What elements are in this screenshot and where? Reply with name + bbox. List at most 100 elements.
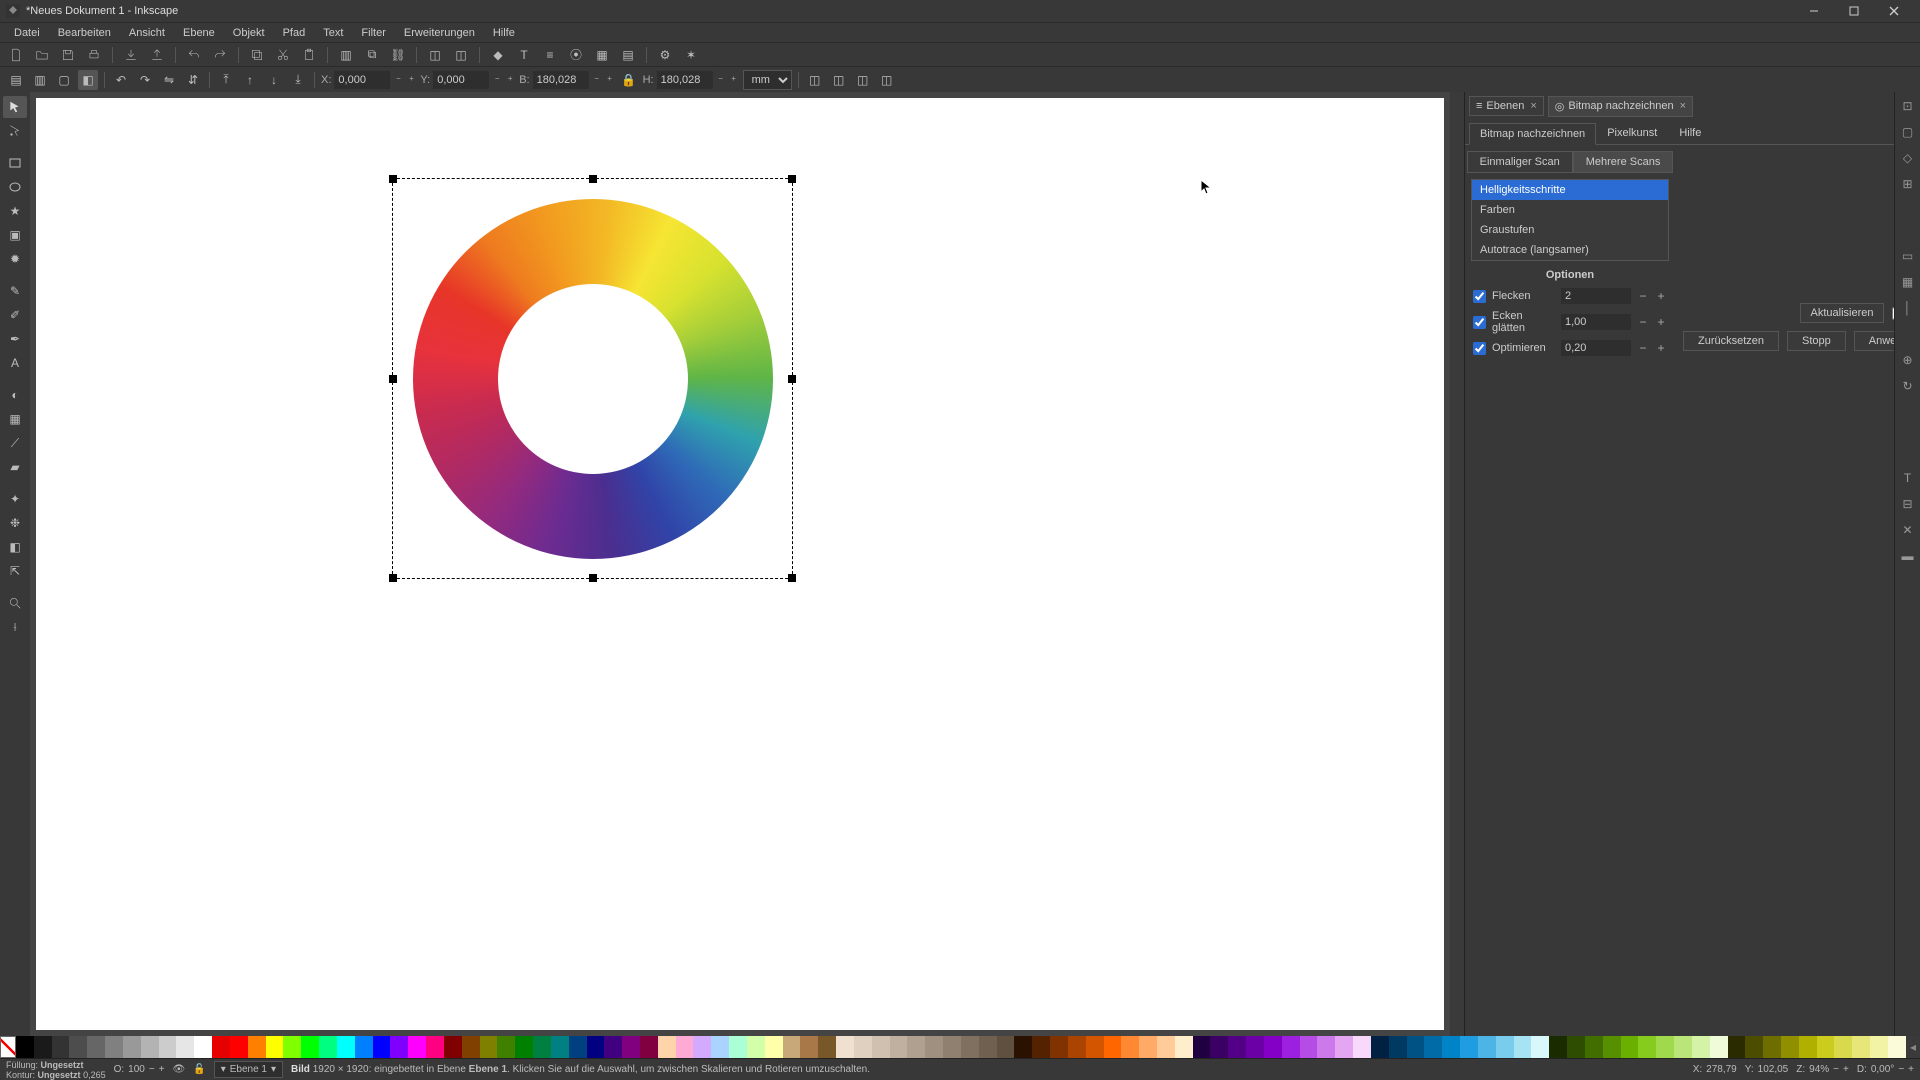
color-swatch[interactable] [444, 1036, 462, 1058]
reset-button[interactable]: Zurücksetzen [1683, 331, 1779, 351]
text-tool-icon[interactable]: A [3, 352, 27, 374]
snap-bbox-icon[interactable]: ▢ [1898, 122, 1918, 142]
minus-icon[interactable]: − [1637, 315, 1649, 329]
x-input[interactable] [334, 71, 390, 89]
subtab-trace[interactable]: Bitmap nachzeichnen [1469, 123, 1596, 145]
color-swatch[interactable] [480, 1036, 498, 1058]
color-swatch[interactable] [997, 1036, 1015, 1058]
color-swatch[interactable] [1781, 1036, 1799, 1058]
minus-icon[interactable]: − [1637, 341, 1649, 355]
unlink-clone-icon[interactable]: ⛓ [388, 45, 408, 65]
color-swatch[interactable] [872, 1036, 890, 1058]
snap-grid-icon[interactable]: ▦ [1898, 272, 1918, 292]
vertical-scrollbar[interactable] [1450, 92, 1464, 1036]
snap-midpoint-icon[interactable]: ⊟ [1898, 494, 1918, 514]
color-swatch[interactable] [1674, 1036, 1692, 1058]
color-swatch[interactable] [248, 1036, 266, 1058]
color-swatch[interactable] [1424, 1036, 1442, 1058]
color-swatch[interactable] [1817, 1036, 1835, 1058]
calligraphy-tool-icon[interactable]: ✒ [3, 328, 27, 350]
color-swatch[interactable] [1603, 1036, 1621, 1058]
color-swatch[interactable] [551, 1036, 569, 1058]
maximize-button[interactable] [1834, 0, 1874, 22]
color-swatch[interactable] [319, 1036, 337, 1058]
mode-colors[interactable]: Farben [1472, 200, 1668, 220]
color-swatch[interactable] [105, 1036, 123, 1058]
color-swatch[interactable] [1032, 1036, 1050, 1058]
bezier-tool-icon[interactable]: ✐ [3, 304, 27, 326]
color-swatch[interactable] [640, 1036, 658, 1058]
handle-bl[interactable] [389, 574, 397, 582]
mode-grays[interactable]: Graustufen [1472, 220, 1668, 240]
color-swatch[interactable] [604, 1036, 622, 1058]
color-swatch[interactable] [979, 1036, 997, 1058]
color-swatch[interactable] [1335, 1036, 1353, 1058]
color-swatch[interactable] [123, 1036, 141, 1058]
color-swatch[interactable] [194, 1036, 212, 1058]
no-color-swatch[interactable] [0, 1036, 16, 1058]
star-tool-icon[interactable]: ★ [3, 200, 27, 222]
color-swatch[interactable] [1567, 1036, 1585, 1058]
color-swatch[interactable] [711, 1036, 729, 1058]
measure-tool-icon[interactable]: ⟊ [3, 616, 27, 638]
color-swatch[interactable] [301, 1036, 319, 1058]
menu-file[interactable]: Datei [6, 25, 48, 41]
cut-icon[interactable] [273, 45, 293, 65]
layer-visibility-icon[interactable]: 👁 [173, 1064, 186, 1075]
color-swatch[interactable] [69, 1036, 87, 1058]
pencil-tool-icon[interactable]: ✎ [3, 280, 27, 302]
color-swatch[interactable] [729, 1036, 747, 1058]
color-swatch[interactable] [783, 1036, 801, 1058]
color-swatch[interactable] [1478, 1036, 1496, 1058]
menu-path[interactable]: Pfad [275, 25, 314, 41]
selected-image[interactable] [413, 199, 773, 559]
zoom-minus[interactable]: − [1833, 1064, 1839, 1075]
snap-guide-icon[interactable]: │ [1898, 298, 1918, 318]
h-plus[interactable]: + [729, 75, 739, 84]
menu-layer[interactable]: Ebene [175, 25, 223, 41]
color-swatch[interactable] [1050, 1036, 1068, 1058]
color-swatch[interactable] [52, 1036, 70, 1058]
color-swatch[interactable] [1442, 1036, 1460, 1058]
color-swatch[interactable] [1870, 1036, 1888, 1058]
move-patterns-icon[interactable]: ◫ [877, 70, 897, 90]
scantab-single[interactable]: Einmaliger Scan [1467, 151, 1573, 173]
color-swatch[interactable] [907, 1036, 925, 1058]
canvas[interactable] [36, 98, 1444, 1030]
minus-icon[interactable]: − [1637, 289, 1649, 303]
handle-br[interactable] [788, 574, 796, 582]
color-swatch[interactable] [1175, 1036, 1193, 1058]
color-swatch[interactable] [658, 1036, 676, 1058]
color-swatch[interactable] [693, 1036, 711, 1058]
text-dialog-icon[interactable]: T [514, 45, 534, 65]
move-gradients-icon[interactable]: ◫ [853, 70, 873, 90]
color-swatch[interactable] [176, 1036, 194, 1058]
dock-tab-trace[interactable]: ◎ Bitmap nachzeichnen × [1548, 96, 1693, 117]
copy-icon[interactable] [247, 45, 267, 65]
unit-select[interactable]: mm [743, 70, 792, 90]
snap-center-icon[interactable]: ⊕ [1898, 350, 1918, 370]
opt-optimize-input[interactable] [1561, 340, 1631, 356]
undo-icon[interactable] [184, 45, 204, 65]
layers-dialog-icon[interactable]: ≡ [540, 45, 560, 65]
raise-top-icon[interactable]: ⤒ [216, 70, 236, 90]
color-swatch[interactable] [212, 1036, 230, 1058]
plus-icon[interactable]: + [1655, 315, 1667, 329]
color-swatch[interactable] [747, 1036, 765, 1058]
color-swatch[interactable] [961, 1036, 979, 1058]
color-swatch[interactable] [408, 1036, 426, 1058]
x-plus[interactable]: + [406, 75, 416, 84]
toggle-select-icon[interactable]: ◧ [78, 70, 98, 90]
select-all-layers-icon[interactable]: ▤ [6, 70, 26, 90]
mesh-tool-icon[interactable]: ▦ [3, 408, 27, 430]
color-swatch[interactable] [1531, 1036, 1549, 1058]
color-swatch[interactable] [141, 1036, 159, 1058]
snap-edge-icon[interactable]: ▬ [1898, 546, 1918, 566]
color-swatch[interactable] [925, 1036, 943, 1058]
color-swatch[interactable] [515, 1036, 533, 1058]
opt-speckles-input[interactable] [1561, 288, 1631, 304]
export-icon[interactable] [147, 45, 167, 65]
color-swatch[interactable] [836, 1036, 854, 1058]
color-swatch[interactable] [1014, 1036, 1032, 1058]
open-icon[interactable] [32, 45, 52, 65]
